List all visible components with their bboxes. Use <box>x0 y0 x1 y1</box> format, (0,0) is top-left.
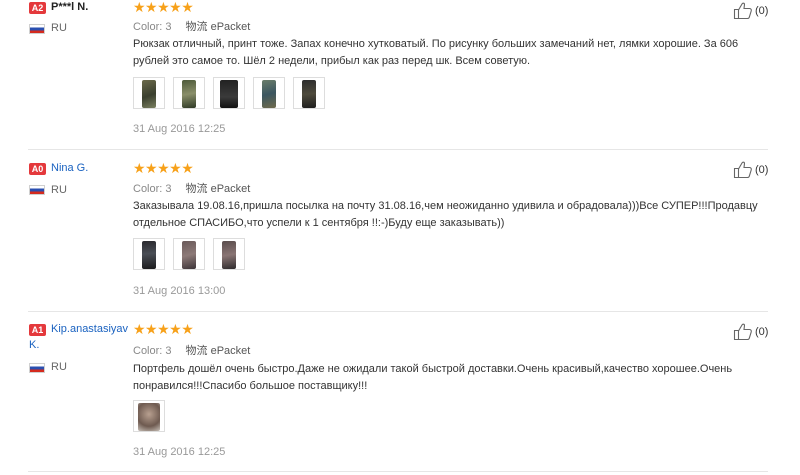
shipping-method: 物流 ePacket <box>185 183 251 195</box>
color-option: Color: 3 <box>133 21 172 33</box>
color-option: Color: 3 <box>133 183 172 195</box>
review-date: 31 Aug 2016 12:25 <box>133 123 226 135</box>
order-info: Color: 3 物流 ePacket <box>133 18 264 34</box>
russia-flag-icon <box>29 185 45 195</box>
review-photo-thumbnail[interactable] <box>133 400 165 432</box>
review-photo-thumbnail[interactable] <box>133 238 165 270</box>
russia-flag-icon <box>29 24 45 34</box>
review-photos <box>133 400 165 432</box>
review-photo-thumbnail[interactable] <box>213 238 245 270</box>
review-photo-thumbnail[interactable] <box>253 77 285 109</box>
rating-stars: ★★★★★ <box>133 160 194 176</box>
thumbs-up-icon[interactable] <box>733 160 753 179</box>
order-info: Color: 3 物流 ePacket <box>133 342 264 358</box>
helpful-count: (0) <box>755 4 769 17</box>
buyer-name[interactable]: Nina G. <box>51 162 88 175</box>
rating-stars: ★★★★★ <box>133 321 194 337</box>
review-photo-thumbnail[interactable] <box>293 77 325 109</box>
color-option: Color: 3 <box>133 345 172 357</box>
review-photos <box>133 238 245 270</box>
review-divider <box>28 471 768 472</box>
review-photos <box>133 77 325 109</box>
buyer-level-badge: A2 <box>29 2 46 14</box>
review-photo-thumbnail[interactable] <box>133 77 165 109</box>
review-photo-thumbnail[interactable] <box>173 238 205 270</box>
review-item: A1 Kip.anastasiyav K. RU ★★★★★ Color: 3 物… <box>0 312 800 475</box>
buyer-name-continuation[interactable]: K. <box>29 339 39 352</box>
thumbs-up-icon[interactable] <box>733 322 753 341</box>
helpful-vote[interactable]: (0) <box>733 322 768 341</box>
helpful-count: (0) <box>755 163 769 176</box>
review-item: A0 Nina G. RU ★★★★★ Color: 3 物流 ePacket З… <box>0 150 800 311</box>
buyer-level-badge: A1 <box>29 324 46 336</box>
shipping-method: 物流 ePacket <box>185 345 251 357</box>
order-info: Color: 3 物流 ePacket <box>133 180 264 196</box>
buyer-country: RU <box>51 22 67 34</box>
buyer-level-badge: A0 <box>29 163 46 175</box>
review-photo-thumbnail[interactable] <box>213 77 245 109</box>
review-text: Портфель дошёл очень быстро.Даже не ожид… <box>133 363 733 392</box>
review-text: Рюкзак отличный, принт тоже. Запах конеч… <box>133 38 739 67</box>
buyer-country: RU <box>51 184 67 196</box>
buyer-name: P***l N. <box>51 1 89 13</box>
shipping-method: 物流 ePacket <box>185 21 251 33</box>
helpful-count: (0) <box>755 325 769 338</box>
review-text: Заказывала 19.08.16,пришла посылка на по… <box>133 200 758 229</box>
helpful-vote[interactable]: (0) <box>733 1 768 20</box>
buyer-country: RU <box>51 361 67 373</box>
review-date: 31 Aug 2016 13:00 <box>133 285 226 297</box>
review-item: A2 P***l N. RU ★★★★★ Color: 3 物流 ePacket … <box>0 0 800 150</box>
russia-flag-icon <box>29 363 45 373</box>
buyer-name[interactable]: Kip.anastasiyav <box>51 323 128 336</box>
thumbs-up-icon[interactable] <box>733 1 753 20</box>
rating-stars: ★★★★★ <box>133 0 194 15</box>
review-date: 31 Aug 2016 12:25 <box>133 446 226 458</box>
helpful-vote[interactable]: (0) <box>733 160 768 179</box>
review-photo-thumbnail[interactable] <box>173 77 205 109</box>
